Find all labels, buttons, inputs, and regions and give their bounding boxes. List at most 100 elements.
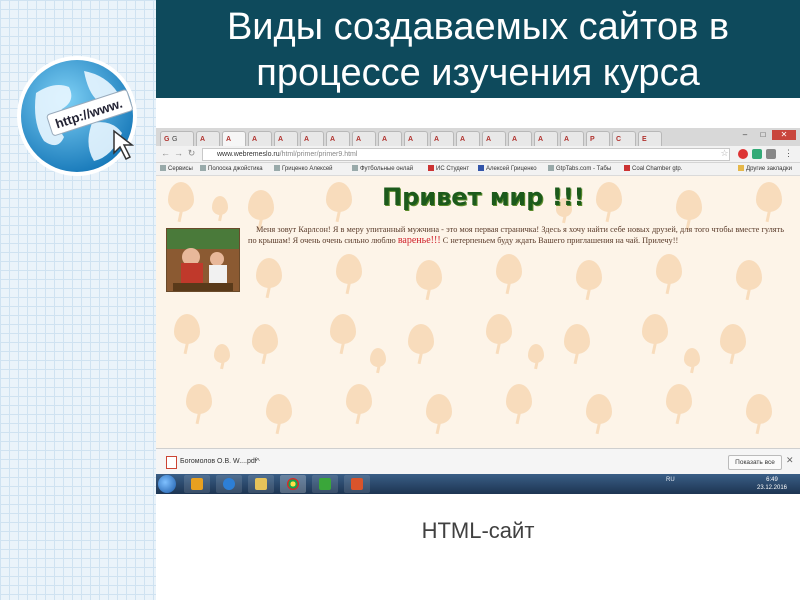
tab-strip: GG A A A A A A A A A A A A A A A P C E –… xyxy=(156,128,800,146)
browser-window: GG A A A A A A A A A A A A A A A P C E –… xyxy=(156,128,800,494)
navigation-bar: ← → ↻ www.webremeslo.ru/html/primer/prim… xyxy=(156,146,800,163)
petal-decoration xyxy=(684,348,700,367)
browser-tab[interactable]: E xyxy=(638,131,662,146)
browser-tab[interactable]: A xyxy=(560,131,584,146)
address-bar[interactable]: www.webremeslo.ru/html/primer/primer9.ht… xyxy=(202,148,730,161)
menu-icon[interactable]: ⋮ xyxy=(783,148,794,159)
petal-decoration xyxy=(186,384,212,414)
browser-tab[interactable]: A xyxy=(326,131,350,146)
petal-decoration xyxy=(486,314,512,344)
petal-decoration xyxy=(326,182,352,212)
bookmark-label: GtpTabs.com - Табы xyxy=(556,166,612,172)
forward-arrow-icon[interactable]: → xyxy=(173,148,184,159)
close-window-button[interactable]: ✕ xyxy=(772,130,796,140)
intro-paragraph: Меня зовут Карлсон! Я в меру упитанный м… xyxy=(248,224,784,246)
bookmark-item[interactable]: Алексей Гриценко xyxy=(478,163,537,175)
petal-decoration xyxy=(676,190,702,220)
tab-favicon: G xyxy=(164,136,170,143)
page-icon xyxy=(200,165,206,171)
paragraph-text: С нетерпеньем буду ждать Вашего приглаше… xyxy=(440,236,679,245)
bookmark-item[interactable]: Другие закладки xyxy=(738,163,792,175)
browser-tab[interactable]: A xyxy=(248,131,272,146)
tab-favicon: P xyxy=(590,136,595,143)
taskbar-app[interactable] xyxy=(216,475,242,493)
bookmark-label: ИС Студент xyxy=(436,166,470,172)
bookmark-item[interactable]: Полоска джойстика xyxy=(200,163,263,175)
language-indicator[interactable]: RU xyxy=(666,476,675,484)
torrent-icon xyxy=(319,478,331,490)
browser-tab[interactable]: A xyxy=(274,131,298,146)
petal-decoration xyxy=(564,324,590,354)
taskbar-app[interactable] xyxy=(312,475,338,493)
tab-favicon: A xyxy=(382,136,388,143)
start-button[interactable] xyxy=(158,475,176,493)
tab-favicon: A xyxy=(538,136,544,143)
reload-icon[interactable]: ↻ xyxy=(186,148,197,159)
bookmark-item[interactable]: GtpTabs.com - Табы xyxy=(548,163,611,175)
clock-time: 6:49 xyxy=(766,477,778,483)
petal-decoration xyxy=(528,344,544,363)
browser-tab[interactable]: A xyxy=(456,131,480,146)
bookmarks-bar: Сервисы Полоска джойстика Гриценко Алекс… xyxy=(156,163,800,176)
petal-decoration xyxy=(642,314,668,344)
tab-favicon: A xyxy=(252,136,258,143)
taskbar-app[interactable] xyxy=(248,475,274,493)
extension-icon[interactable] xyxy=(766,149,776,159)
browser-tab[interactable]: C xyxy=(612,131,636,146)
petal-decoration xyxy=(656,254,682,284)
download-file-name[interactable]: Богомолов О.В. W....pdf xyxy=(180,456,257,467)
tab-favicon: A xyxy=(512,136,518,143)
minimize-button[interactable]: – xyxy=(736,130,754,140)
apps-icon xyxy=(160,165,166,171)
taskbar-app[interactable] xyxy=(344,475,370,493)
browser-tab[interactable]: P xyxy=(586,131,610,146)
petal-decoration xyxy=(408,324,434,354)
windows-taskbar: RU 6:49 23.12.2016 xyxy=(156,474,800,494)
browser-tab[interactable]: A xyxy=(300,131,324,146)
petal-decoration xyxy=(256,258,282,288)
petal-decoration xyxy=(416,260,442,290)
site-icon xyxy=(428,165,434,171)
extension-icon[interactable] xyxy=(752,149,762,159)
browser-tab-active[interactable]: A xyxy=(222,131,246,146)
bookmark-item[interactable]: ИС Студент xyxy=(428,163,469,175)
browser-tab[interactable]: A xyxy=(196,131,220,146)
bookmark-star-icon[interactable]: ☆ xyxy=(719,148,730,159)
globe-icon: http://www. xyxy=(17,56,137,176)
bookmark-label: Футбольные онлай xyxy=(360,166,414,172)
browser-tab[interactable]: A xyxy=(534,131,558,146)
bookmark-item[interactable]: Футбольные онлай xyxy=(352,163,413,175)
tab-favicon: A xyxy=(408,136,414,143)
maximize-button[interactable]: □ xyxy=(754,130,772,140)
petal-decoration xyxy=(252,324,278,354)
browser-tab[interactable]: A xyxy=(378,131,402,146)
tab-favicon: A xyxy=(330,136,336,143)
bookmark-item[interactable]: Сервисы xyxy=(160,163,193,175)
tab-favicon: A xyxy=(200,136,206,143)
petal-decoration xyxy=(596,182,622,212)
taskbar-app-active[interactable] xyxy=(280,475,306,493)
karlsson-picture xyxy=(166,228,240,292)
close-downloads-icon[interactable]: ✕ xyxy=(786,455,794,466)
bookmark-item[interactable]: Coal Chamber gtp. xyxy=(624,163,682,175)
browser-tab[interactable]: A xyxy=(404,131,428,146)
browser-tab[interactable]: A xyxy=(430,131,454,146)
tab-favicon: A xyxy=(564,136,570,143)
back-arrow-icon[interactable]: ← xyxy=(160,148,171,159)
slide-caption: HTML-сайт xyxy=(421,518,535,543)
browser-tab[interactable]: GG xyxy=(160,131,194,146)
browser-tab[interactable]: A xyxy=(352,131,376,146)
taskbar-app[interactable] xyxy=(184,475,210,493)
tab-favicon: E xyxy=(642,136,647,143)
petal-decoration xyxy=(370,348,386,367)
jam-highlight: варенье!!! xyxy=(397,235,441,246)
browser-tab[interactable]: A xyxy=(508,131,532,146)
bookmark-item[interactable]: Гриценко Алексей xyxy=(274,163,333,175)
slide-title: Виды создаваемых сайтов в процессе изуче… xyxy=(226,6,730,94)
browser-tab[interactable]: A xyxy=(482,131,506,146)
show-all-button[interactable]: Показать все xyxy=(728,455,782,470)
download-menu-chevron-icon[interactable]: ^ xyxy=(256,456,260,467)
system-clock[interactable]: 6:49 23.12.2016 xyxy=(752,476,792,492)
extension-icon[interactable] xyxy=(738,149,748,159)
bookmark-label: Полоска джойстика xyxy=(208,166,263,172)
